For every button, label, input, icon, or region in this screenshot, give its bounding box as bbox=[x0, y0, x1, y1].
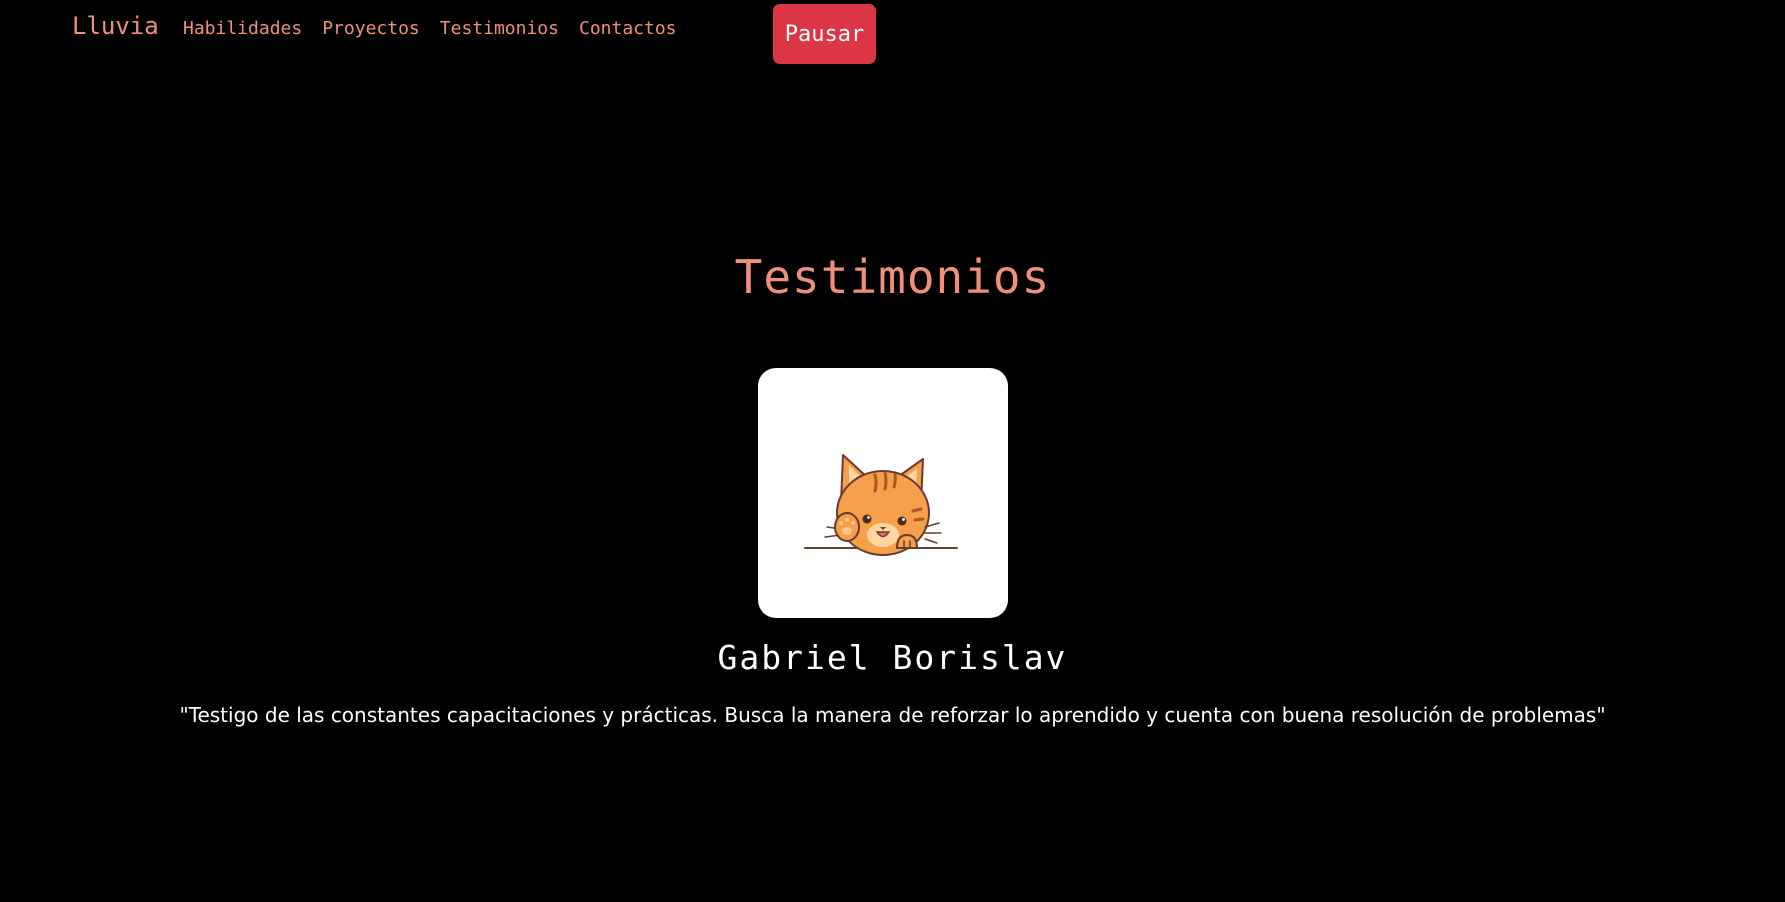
nav-link-contactos[interactable]: Contactos bbox=[579, 16, 677, 42]
nav-links: Habilidades Proyectos Testimonios Contac… bbox=[183, 16, 677, 42]
brand-logo-link[interactable]: Lluvia bbox=[72, 10, 159, 42]
testimonial-avatar-card bbox=[758, 368, 1008, 618]
pause-button[interactable]: Pausar bbox=[773, 4, 876, 64]
nav-link-habilidades[interactable]: Habilidades bbox=[183, 16, 302, 42]
nav-link-testimonios[interactable]: Testimonios bbox=[440, 16, 559, 42]
nav-link-proyectos[interactable]: Proyectos bbox=[322, 16, 420, 42]
testimonial-quote: "Testigo de las constantes capacitacione… bbox=[179, 703, 1606, 727]
section-title: Testimonios bbox=[734, 250, 1051, 304]
cat-waving-icon bbox=[804, 454, 958, 556]
testimonial-author-name: Gabriel Borislav bbox=[717, 638, 1068, 677]
top-navbar: Lluvia Habilidades Proyectos Testimonios… bbox=[0, 0, 1785, 70]
